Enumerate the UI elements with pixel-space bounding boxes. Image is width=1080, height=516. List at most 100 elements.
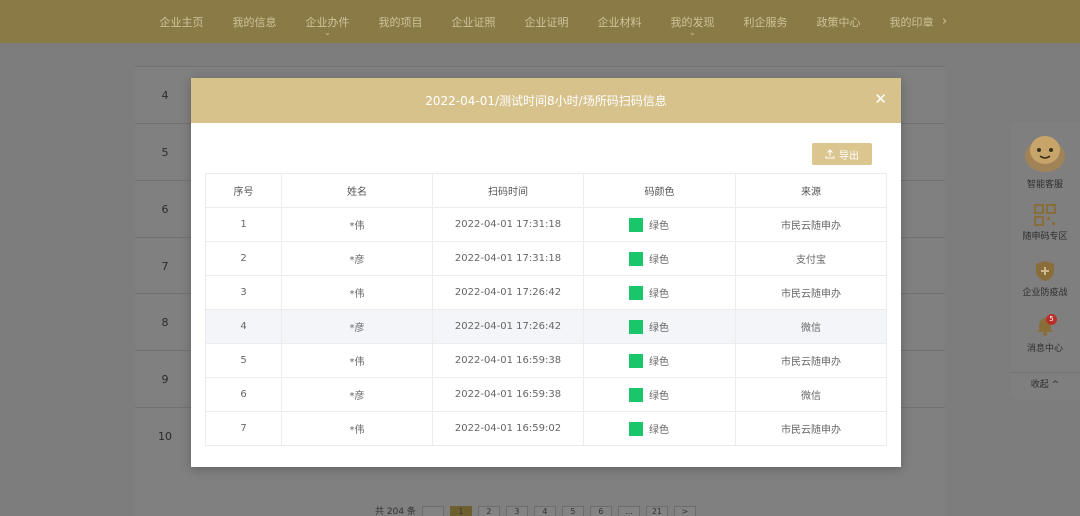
cell-source: 市民云随申办 (735, 343, 887, 378)
column-header-name: 姓名 (281, 173, 433, 208)
chevron-down-icon: ⌄ (324, 27, 331, 37)
pagination-page[interactable]: 6 (589, 506, 612, 516)
nav-item-enterprise-materials[interactable]: 企业材料 (583, 14, 656, 30)
close-icon[interactable]: ✕ (874, 90, 887, 108)
collapse-label: 收起 ^ (1030, 380, 1060, 390)
cell-no: 7 (205, 411, 282, 446)
table-row: 5 *伟 2022-04-01 16:59:38 绿色 市民云随申办 (205, 343, 887, 378)
nav-item-enterprise-certificates[interactable]: 企业证明 (510, 14, 583, 30)
cell-scan-time: 2022-04-01 17:26:42 (432, 309, 584, 344)
cell-code-color: 绿色 (583, 275, 736, 310)
pagination: 共 204 条 1 2 3 4 5 6 ... 21 > (375, 506, 696, 516)
float-service-panel: 智能客服 随申码专区 企业防疫战 5 消息中心 收起 ^ (1010, 122, 1080, 400)
table-row: 6 *彦 2022-04-01 16:59:38 绿色 微信 (205, 377, 887, 412)
pagination-page[interactable]: 4 (533, 506, 556, 516)
qr-code-icon (1034, 204, 1056, 226)
pagination-page[interactable]: 5 (561, 506, 584, 516)
nav-item-my-discoveries[interactable]: 我的发现 ⌄ (656, 14, 729, 37)
float-collapse-button[interactable]: 收起 ^ (1010, 372, 1080, 390)
nav-item-home[interactable]: 企业主页 (145, 14, 218, 30)
nav-item-business-services[interactable]: 利企服务 (729, 14, 802, 30)
cell-name: *伟 (281, 411, 433, 446)
code-color-label: 绿色 (649, 357, 669, 368)
column-header-no: 序号 (205, 173, 282, 208)
cell-name: *伟 (281, 275, 433, 310)
cell-code-color: 绿色 (583, 207, 736, 242)
pagination-page[interactable]: 3 (505, 506, 528, 516)
cell-name: *彦 (281, 377, 433, 412)
cell-source: 微信 (735, 377, 887, 412)
dialog-header: 2022-04-01/测试时间8小时/场所码扫码信息 ✕ (191, 78, 901, 123)
cell-name: *彦 (281, 241, 433, 276)
scan-table: 序号 姓名 扫码时间 码颜色 来源 1 *伟 2022-04-01 17:31:18… (205, 173, 887, 446)
cell-no: 4 (205, 309, 282, 344)
chevron-down-icon: ⌄ (689, 27, 696, 37)
background-row-number: 9 (161, 373, 169, 386)
cell-scan-time: 2022-04-01 16:59:38 (432, 377, 584, 412)
float-item-epidemic[interactable]: 企业防疫战 (1010, 260, 1080, 298)
cell-scan-time: 2022-04-01 17:31:18 (432, 241, 584, 276)
cell-code-color: 绿色 (583, 411, 736, 446)
dialog-title: 2022-04-01/测试时间8小时/场所码扫码信息 (425, 94, 667, 108)
table-row: 2 *彦 2022-04-01 17:31:18 绿色 支付宝 (205, 241, 887, 276)
green-code-swatch (629, 285, 643, 300)
background-row-number: 8 (161, 316, 169, 329)
export-button[interactable]: 导出 (812, 143, 872, 165)
cell-no: 5 (205, 343, 282, 378)
green-code-swatch (629, 217, 643, 232)
code-color-label: 绿色 (649, 391, 669, 402)
pagination-next-button[interactable]: > (673, 506, 696, 516)
cell-source: 市民云随申办 (735, 207, 887, 242)
code-color-label: 绿色 (649, 323, 669, 334)
code-color-label: 绿色 (649, 255, 669, 266)
top-nav: 企业主页 我的信息 企业办件 ⌄ 我的项目 企业证照 企业证明 企业材料 我的发现… (0, 0, 1080, 43)
cell-no: 6 (205, 377, 282, 412)
nav-item-my-projects[interactable]: 我的项目 (364, 14, 437, 30)
float-item-qr-zone[interactable]: 随申码专区 (1010, 204, 1080, 242)
cell-source: 市民云随申办 (735, 275, 887, 310)
column-header-code-color: 码颜色 (583, 173, 736, 208)
cell-code-color: 绿色 (583, 241, 736, 276)
scan-info-dialog: 2022-04-01/测试时间8小时/场所码扫码信息 ✕ 导出 序号 姓名 扫码… (191, 78, 901, 467)
nav-item-my-seals[interactable]: 我的印章 (875, 14, 948, 30)
table-row: 3 *伟 2022-04-01 17:26:42 绿色 市民云随申办 (205, 275, 887, 310)
cell-source: 市民云随申办 (735, 411, 887, 446)
green-code-swatch (629, 387, 643, 402)
nav-item-my-info[interactable]: 我的信息 (218, 14, 291, 30)
cell-name: *彦 (281, 309, 433, 344)
nav-item-enterprise-licenses[interactable]: 企业证照 (437, 14, 510, 30)
cell-source: 微信 (735, 309, 887, 344)
green-code-swatch (629, 353, 643, 368)
pagination-ellipsis: ... (617, 506, 640, 516)
pagination-page[interactable]: 2 (477, 506, 500, 516)
pagination-prev-button[interactable] (421, 506, 444, 516)
pagination-page[interactable]: 21 (645, 506, 668, 516)
column-header-scan-time: 扫码时间 (432, 173, 584, 208)
cell-no: 1 (205, 207, 282, 242)
green-code-swatch (629, 251, 643, 266)
nav-item-enterprise-affairs[interactable]: 企业办件 ⌄ (291, 14, 364, 37)
code-color-label: 绿色 (649, 425, 669, 436)
table-row: 1 *伟 2022-04-01 17:31:18 绿色 市民云随申办 (205, 207, 887, 242)
pagination-total: 共 204 条 (375, 507, 416, 516)
cell-no: 3 (205, 275, 282, 310)
cell-name: *伟 (281, 207, 433, 242)
table-header-row: 序号 姓名 扫码时间 码颜色 来源 (205, 173, 887, 208)
column-header-source: 来源 (735, 173, 887, 208)
nav-item-policy-center[interactable]: 政策中心 (802, 14, 875, 30)
export-label: 导出 (839, 150, 859, 162)
cell-no: 2 (205, 241, 282, 276)
cell-scan-time: 2022-04-01 16:59:02 (432, 411, 584, 446)
pagination-page[interactable]: 1 (449, 506, 472, 516)
cell-name: *伟 (281, 343, 433, 378)
cell-scan-time: 2022-04-01 16:59:38 (432, 343, 584, 378)
cell-code-color: 绿色 (583, 309, 736, 344)
cell-scan-time: 2022-04-01 17:26:42 (432, 275, 584, 310)
table-row: 7 *伟 2022-04-01 16:59:02 绿色 市民云随申办 (205, 411, 887, 446)
robot-assistant-icon (1025, 136, 1065, 172)
float-item-messages[interactable]: 5 消息中心 (1010, 314, 1080, 354)
upload-icon (825, 149, 835, 159)
float-item-assistant[interactable]: 智能客服 (1010, 130, 1080, 190)
background-row-number: 4 (161, 89, 169, 102)
background-row-number: 6 (161, 203, 169, 216)
